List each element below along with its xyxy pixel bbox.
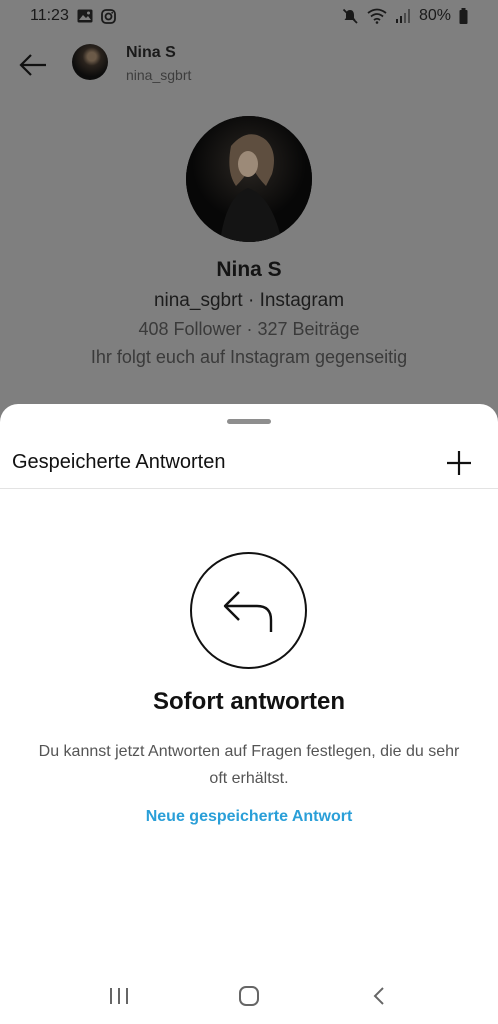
arrow-left-icon (19, 54, 46, 76)
sheet-divider (0, 488, 498, 489)
profile-stats: 408 Follower · 327 Beiträge (138, 319, 360, 339)
plus-icon (447, 451, 471, 475)
reply-illustration (190, 552, 307, 669)
home-button[interactable] (234, 982, 264, 1010)
gallery-icon (77, 9, 93, 23)
chevron-left-icon (373, 987, 384, 1005)
chat-header: Nina S nina_sgbrt (0, 38, 498, 94)
system-nav-bar (0, 966, 498, 1024)
status-bar: 11:23 80% (0, 0, 498, 32)
profile-photo (186, 116, 312, 242)
battery-icon (459, 8, 468, 24)
profile-mutual-follow: Ihr folgt euch auf Instagram gegenseitig (90, 347, 408, 367)
sheet-drag-handle[interactable] (227, 419, 271, 424)
wifi-icon (367, 8, 387, 24)
saved-replies-sheet: Gespeicherte Antworten Sofort antworten … (0, 404, 498, 1024)
back-button[interactable] (16, 50, 50, 80)
recent-apps-icon (110, 988, 128, 1004)
empty-state-description: Du kannst jetzt Antworten auf Fragen fes… (38, 743, 460, 787)
recent-apps-button[interactable] (104, 982, 134, 1010)
sheet-title: Gespeicherte Antworten (12, 451, 226, 473)
profile-subtitle: nina_sgbrt · Instagram (153, 290, 345, 311)
profile-name: Nina S (216, 258, 282, 281)
status-left: 11:23 (30, 7, 116, 25)
mute-icon (342, 8, 359, 24)
header-avatar[interactable] (72, 44, 108, 80)
home-icon (239, 986, 259, 1006)
instagram-icon (100, 8, 116, 24)
new-saved-reply-link[interactable]: Neue gespeicherte Antwort (0, 808, 498, 826)
empty-state-title: Sofort antworten (153, 688, 345, 715)
battery-percent: 80% (418, 7, 451, 24)
header-name[interactable]: Nina S (126, 44, 176, 62)
add-saved-reply-button[interactable] (442, 446, 476, 480)
status-right: 80% (342, 7, 468, 25)
profile-avatar[interactable] (186, 116, 312, 242)
status-time: 11:23 (30, 7, 69, 24)
header-username: nina_sgbrt (126, 67, 192, 83)
reply-arrow-icon (223, 590, 272, 632)
back-nav-button[interactable] (364, 982, 394, 1010)
signal-icon (395, 9, 411, 23)
